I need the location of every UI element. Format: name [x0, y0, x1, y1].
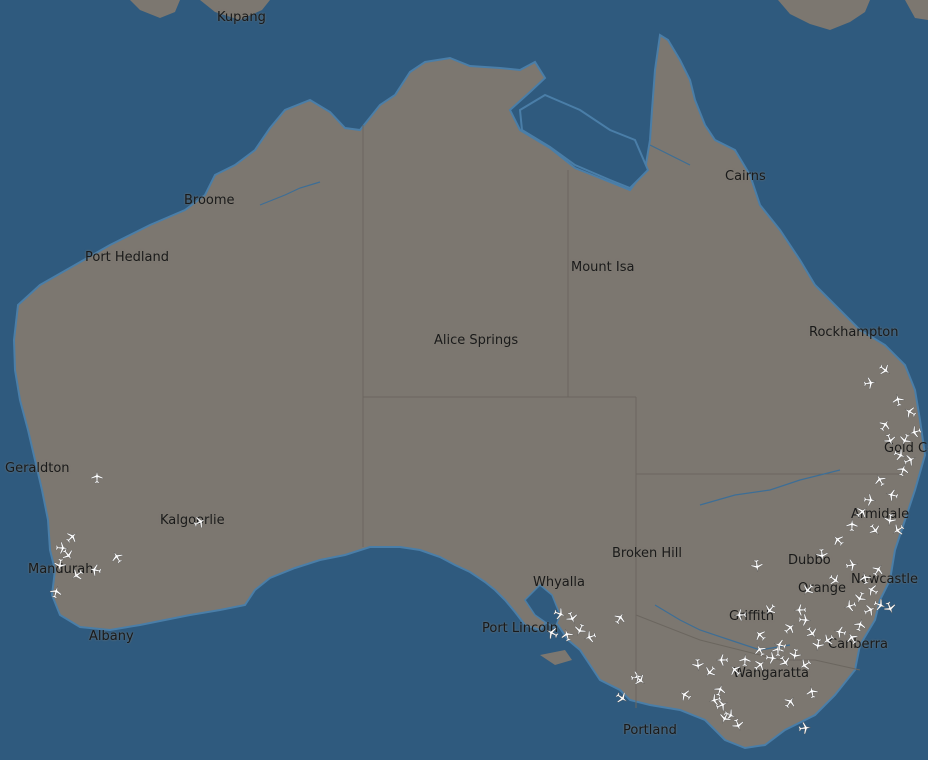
airplane-icon[interactable] [90, 470, 104, 484]
airplane-icon[interactable] [862, 492, 877, 507]
flight-map[interactable]: Kupang Broome Port Hedland Mount Isa Cai… [0, 0, 928, 760]
city-label-broken-hill: Broken Hill [612, 546, 682, 561]
city-label-mount-isa: Mount Isa [571, 260, 635, 275]
airplane-icon[interactable] [804, 684, 821, 701]
city-label-whyalla: Whyalla [533, 575, 585, 590]
airplane-icon[interactable] [845, 518, 859, 532]
airplane-icon[interactable] [862, 375, 878, 391]
city-label-port-hedland: Port Hedland [85, 250, 169, 265]
airplane-icon[interactable] [749, 558, 765, 574]
city-label-alice-springs: Alice Springs [434, 333, 519, 348]
city-label-geraldton: Geraldton [5, 461, 70, 476]
city-label-broome: Broome [184, 193, 235, 208]
airplane-icon[interactable] [52, 557, 68, 573]
airplane-icon[interactable] [733, 608, 748, 623]
city-label-kupang: Kupang [217, 10, 266, 25]
airplane-icon[interactable] [793, 603, 807, 617]
airplane-icon[interactable] [87, 562, 104, 579]
airplane-icon[interactable] [814, 547, 829, 562]
city-label-cairns: Cairns [725, 169, 766, 184]
city-label-portland: Portland [623, 723, 677, 738]
city-label-rockhampton: Rockhampton [809, 325, 899, 340]
city-label-wangaratta: Wangaratta [733, 666, 809, 681]
city-label-albany: Albany [89, 629, 134, 644]
airplane-icon[interactable] [797, 720, 813, 736]
airplane-icon[interactable] [844, 557, 860, 573]
airplane-icon[interactable] [715, 653, 729, 667]
